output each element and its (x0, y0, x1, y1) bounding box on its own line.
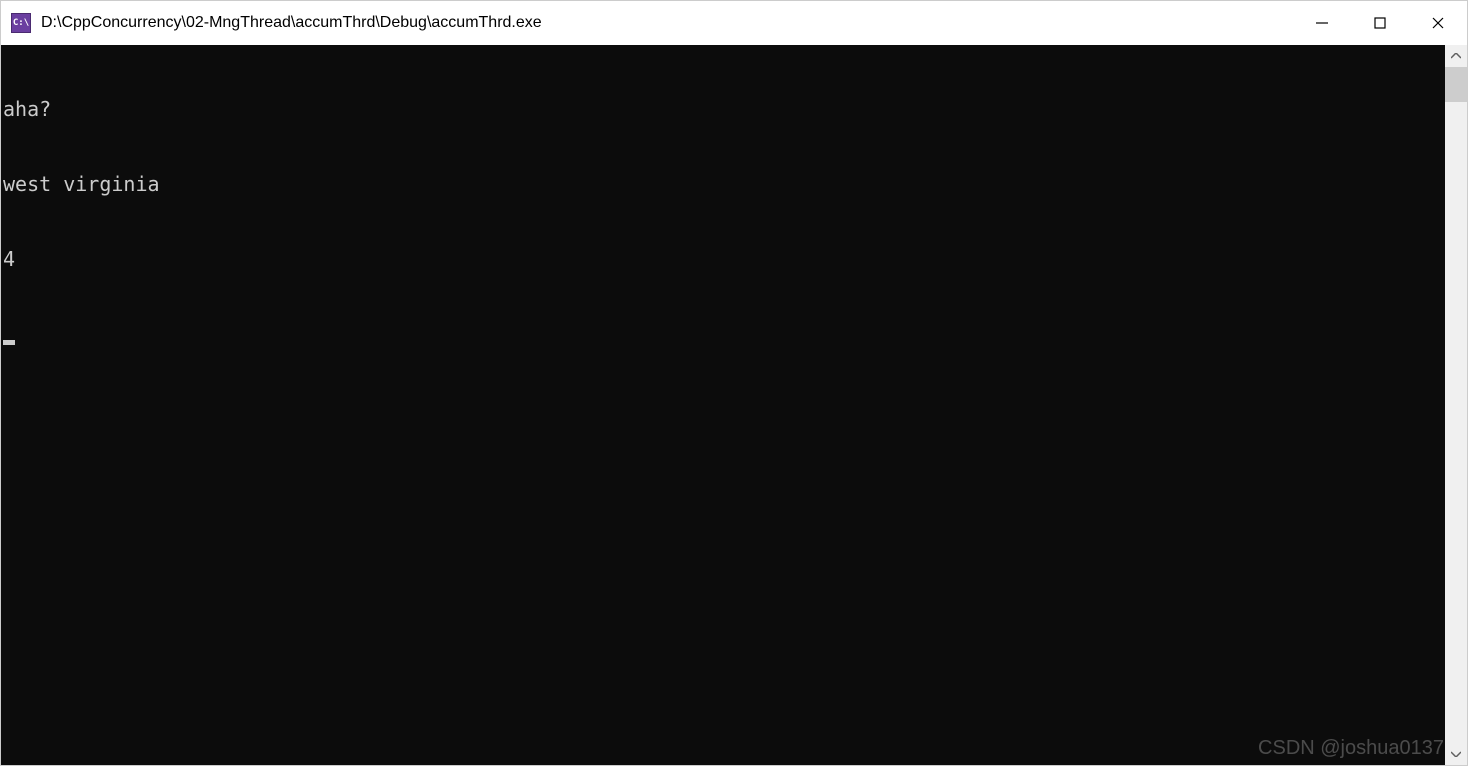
console-line: aha? (3, 97, 1445, 122)
chevron-down-icon (1451, 751, 1461, 757)
titlebar[interactable]: C:\ D:\CppConcurrency\02-MngThread\accum… (1, 1, 1467, 45)
window-controls (1293, 1, 1467, 45)
console-line: west virginia (3, 172, 1445, 197)
close-icon (1431, 16, 1445, 30)
console-area: aha? west virginia 4 (1, 45, 1467, 765)
console-cursor-line (3, 322, 1445, 347)
console-output[interactable]: aha? west virginia 4 (1, 45, 1445, 765)
vertical-scrollbar[interactable] (1445, 45, 1467, 765)
scroll-up-button[interactable] (1445, 45, 1467, 67)
maximize-icon (1373, 16, 1387, 30)
scroll-track[interactable] (1445, 67, 1467, 743)
window-title: D:\CppConcurrency\02-MngThread\accumThrd… (41, 14, 1293, 32)
console-window: C:\ D:\CppConcurrency\02-MngThread\accum… (0, 0, 1468, 766)
scroll-thumb[interactable] (1445, 67, 1467, 102)
console-line: 4 (3, 247, 1445, 272)
chevron-up-icon (1451, 53, 1461, 59)
close-button[interactable] (1409, 1, 1467, 45)
app-icon: C:\ (11, 13, 31, 33)
scroll-down-button[interactable] (1445, 743, 1467, 765)
maximize-button[interactable] (1351, 1, 1409, 45)
minimize-icon (1315, 16, 1329, 30)
minimize-button[interactable] (1293, 1, 1351, 45)
cursor (3, 340, 15, 345)
